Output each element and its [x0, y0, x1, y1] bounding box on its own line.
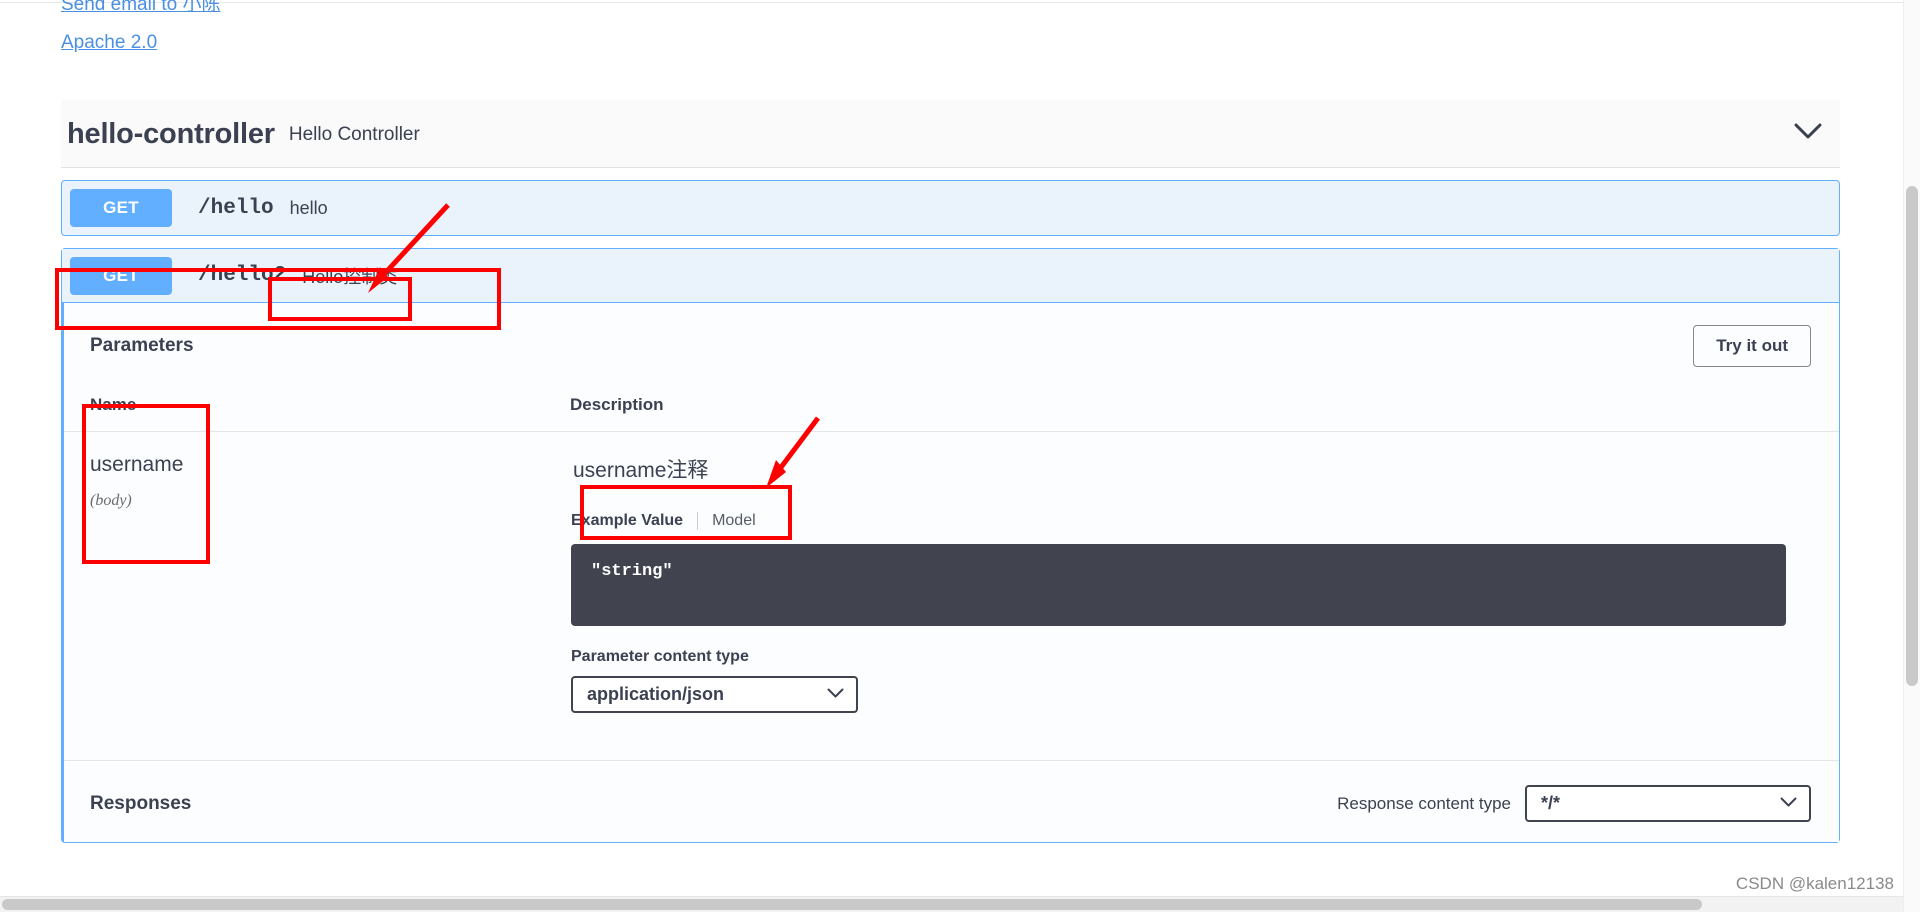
- tab-model[interactable]: Model: [712, 512, 756, 530]
- tab-divider: [697, 512, 699, 530]
- contact-email-link[interactable]: Send email to 小陈: [61, 0, 661, 20]
- response-content-type-group: Response content type */*: [1337, 785, 1811, 822]
- license-link[interactable]: Apache 2.0: [61, 28, 661, 58]
- tag-header[interactable]: hello-controller Hello Controller: [61, 100, 1840, 168]
- column-header-name: Name: [62, 385, 570, 432]
- operation-body: Parameters Try it out Name Description u: [62, 303, 1839, 842]
- swagger-ui-page: Send email to 小陈 Apache 2.0 hello-contro…: [0, 0, 1920, 912]
- example-value-code-block[interactable]: "string": [571, 544, 1786, 626]
- parameters-title: Parameters: [90, 335, 194, 356]
- operation-summary-row[interactable]: GET /hello hello: [62, 181, 1839, 235]
- parameter-location: (body): [90, 492, 132, 509]
- operation-get-hello[interactable]: GET /hello hello: [61, 180, 1840, 236]
- chevron-down-icon[interactable]: [1794, 123, 1822, 145]
- example-model-tabs: Example Value Model: [571, 512, 1838, 530]
- parameter-description-cell: username注释 Example Value Model "string": [570, 432, 1839, 715]
- api-info-links: Send email to 小陈 Apache 2.0: [61, 0, 661, 58]
- parameter-content-type-select[interactable]: application/json: [571, 676, 858, 713]
- table-row: username (body) username注释 Example Value…: [62, 432, 1839, 715]
- vertical-scrollbar[interactable]: [1903, 0, 1920, 912]
- vertical-scrollbar-thumb[interactable]: [1906, 186, 1918, 686]
- responses-section-header: Responses Response content type */*: [62, 760, 1839, 842]
- operation-path: /hello: [198, 196, 274, 220]
- operation-get-hello2[interactable]: GET /hello2 Hello控制类 Parameters Try it o…: [61, 248, 1840, 843]
- parameters-table: Name Description username (body) usernam…: [62, 385, 1839, 714]
- parameter-description: username注释: [573, 459, 709, 482]
- tag-name: hello-controller: [67, 118, 275, 150]
- parameter-name: username: [90, 453, 184, 476]
- watermark: CSDN @kalen12138: [1735, 874, 1894, 893]
- parameter-name-cell: username (body): [62, 432, 570, 715]
- chevron-down-icon: [827, 686, 844, 704]
- example-value-text: "string": [591, 562, 673, 581]
- response-content-type-value: */*: [1541, 793, 1561, 813]
- operation-path: /hello2: [198, 264, 287, 287]
- try-it-out-button[interactable]: Try it out: [1693, 325, 1811, 367]
- parameters-table-header-row: Name Description: [62, 385, 1839, 432]
- tag-block-hello-controller: hello-controller Hello Controller: [61, 100, 1840, 168]
- operation-summary-row[interactable]: GET /hello2 Hello控制类: [62, 249, 1839, 303]
- parameter-content-type-label: Parameter content type: [571, 648, 749, 665]
- tab-example-value[interactable]: Example Value: [571, 512, 683, 530]
- http-method-badge: GET: [70, 256, 172, 295]
- tag-description: Hello Controller: [288, 123, 420, 145]
- http-method-badge: GET: [70, 189, 172, 227]
- parameter-content-type-value: application/json: [587, 684, 725, 704]
- parameters-section-header: Parameters Try it out: [62, 303, 1839, 385]
- operation-summary-text: hello: [289, 197, 328, 218]
- api-content: hello-controller Hello Controller GET /h…: [61, 100, 1840, 843]
- response-content-type-label: Response content type: [1337, 793, 1511, 813]
- operation-left-rail: [62, 303, 64, 842]
- chevron-down-icon: [1780, 795, 1797, 813]
- horizontal-scrollbar-thumb[interactable]: [2, 899, 1702, 910]
- responses-title: Responses: [90, 792, 192, 814]
- operation-summary-text: Hello控制类: [302, 266, 398, 287]
- response-content-type-select[interactable]: */*: [1525, 785, 1811, 822]
- column-header-description: Description: [570, 385, 1839, 432]
- horizontal-scrollbar[interactable]: [0, 896, 1903, 912]
